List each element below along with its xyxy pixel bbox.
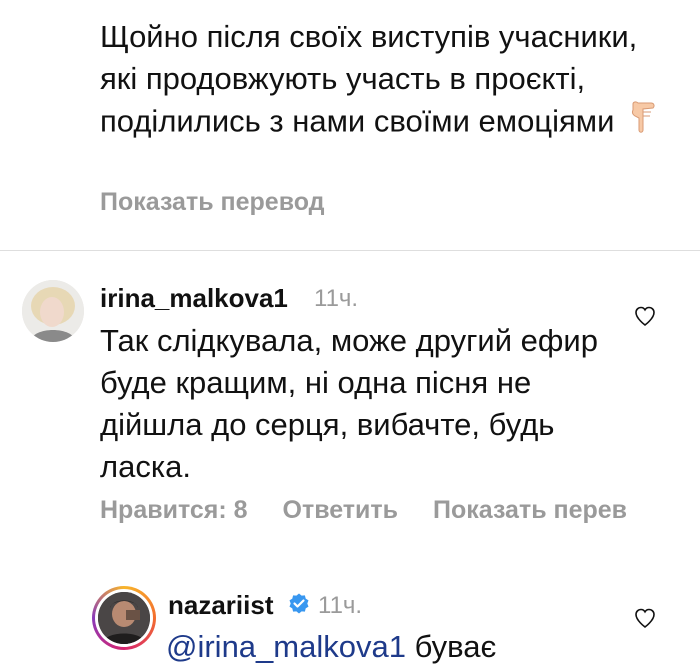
divider <box>0 250 700 251</box>
reply-text: @irina_malkova1 буває <box>166 626 496 668</box>
reply-button[interactable]: Ответить <box>283 496 399 524</box>
heart-icon[interactable] <box>633 304 657 328</box>
mention-link[interactable]: @irina_malkova1 <box>166 629 406 664</box>
comment-time: 11ч. <box>318 592 363 619</box>
comment-text: Так слідкувала, може другий ефир буде кр… <box>100 323 598 484</box>
comment-username[interactable]: irina_malkova1 <box>100 283 288 314</box>
heart-icon[interactable] <box>633 606 657 630</box>
caption-text: Щойно після своїх виступів учасники, які… <box>100 19 638 139</box>
show-translation-link[interactable]: Показать перевод <box>100 188 325 217</box>
avatar[interactable] <box>22 280 84 342</box>
verified-badge-icon <box>289 593 309 614</box>
comment-actions: Нравится: 8 Ответить Показать перев <box>100 496 655 525</box>
show-translation-link[interactable]: Показать перев <box>433 496 627 524</box>
likes-count[interactable]: Нравится: 8 <box>100 496 248 524</box>
post-caption: Щойно після своїх виступів учасники, які… <box>100 16 680 147</box>
pointing-down-emoji-icon <box>627 100 657 147</box>
avatar[interactable] <box>92 586 156 650</box>
comment-time: 11ч. <box>314 285 359 312</box>
comment-username[interactable]: nazariist <box>168 590 274 621</box>
reply-body: буває <box>414 629 497 664</box>
